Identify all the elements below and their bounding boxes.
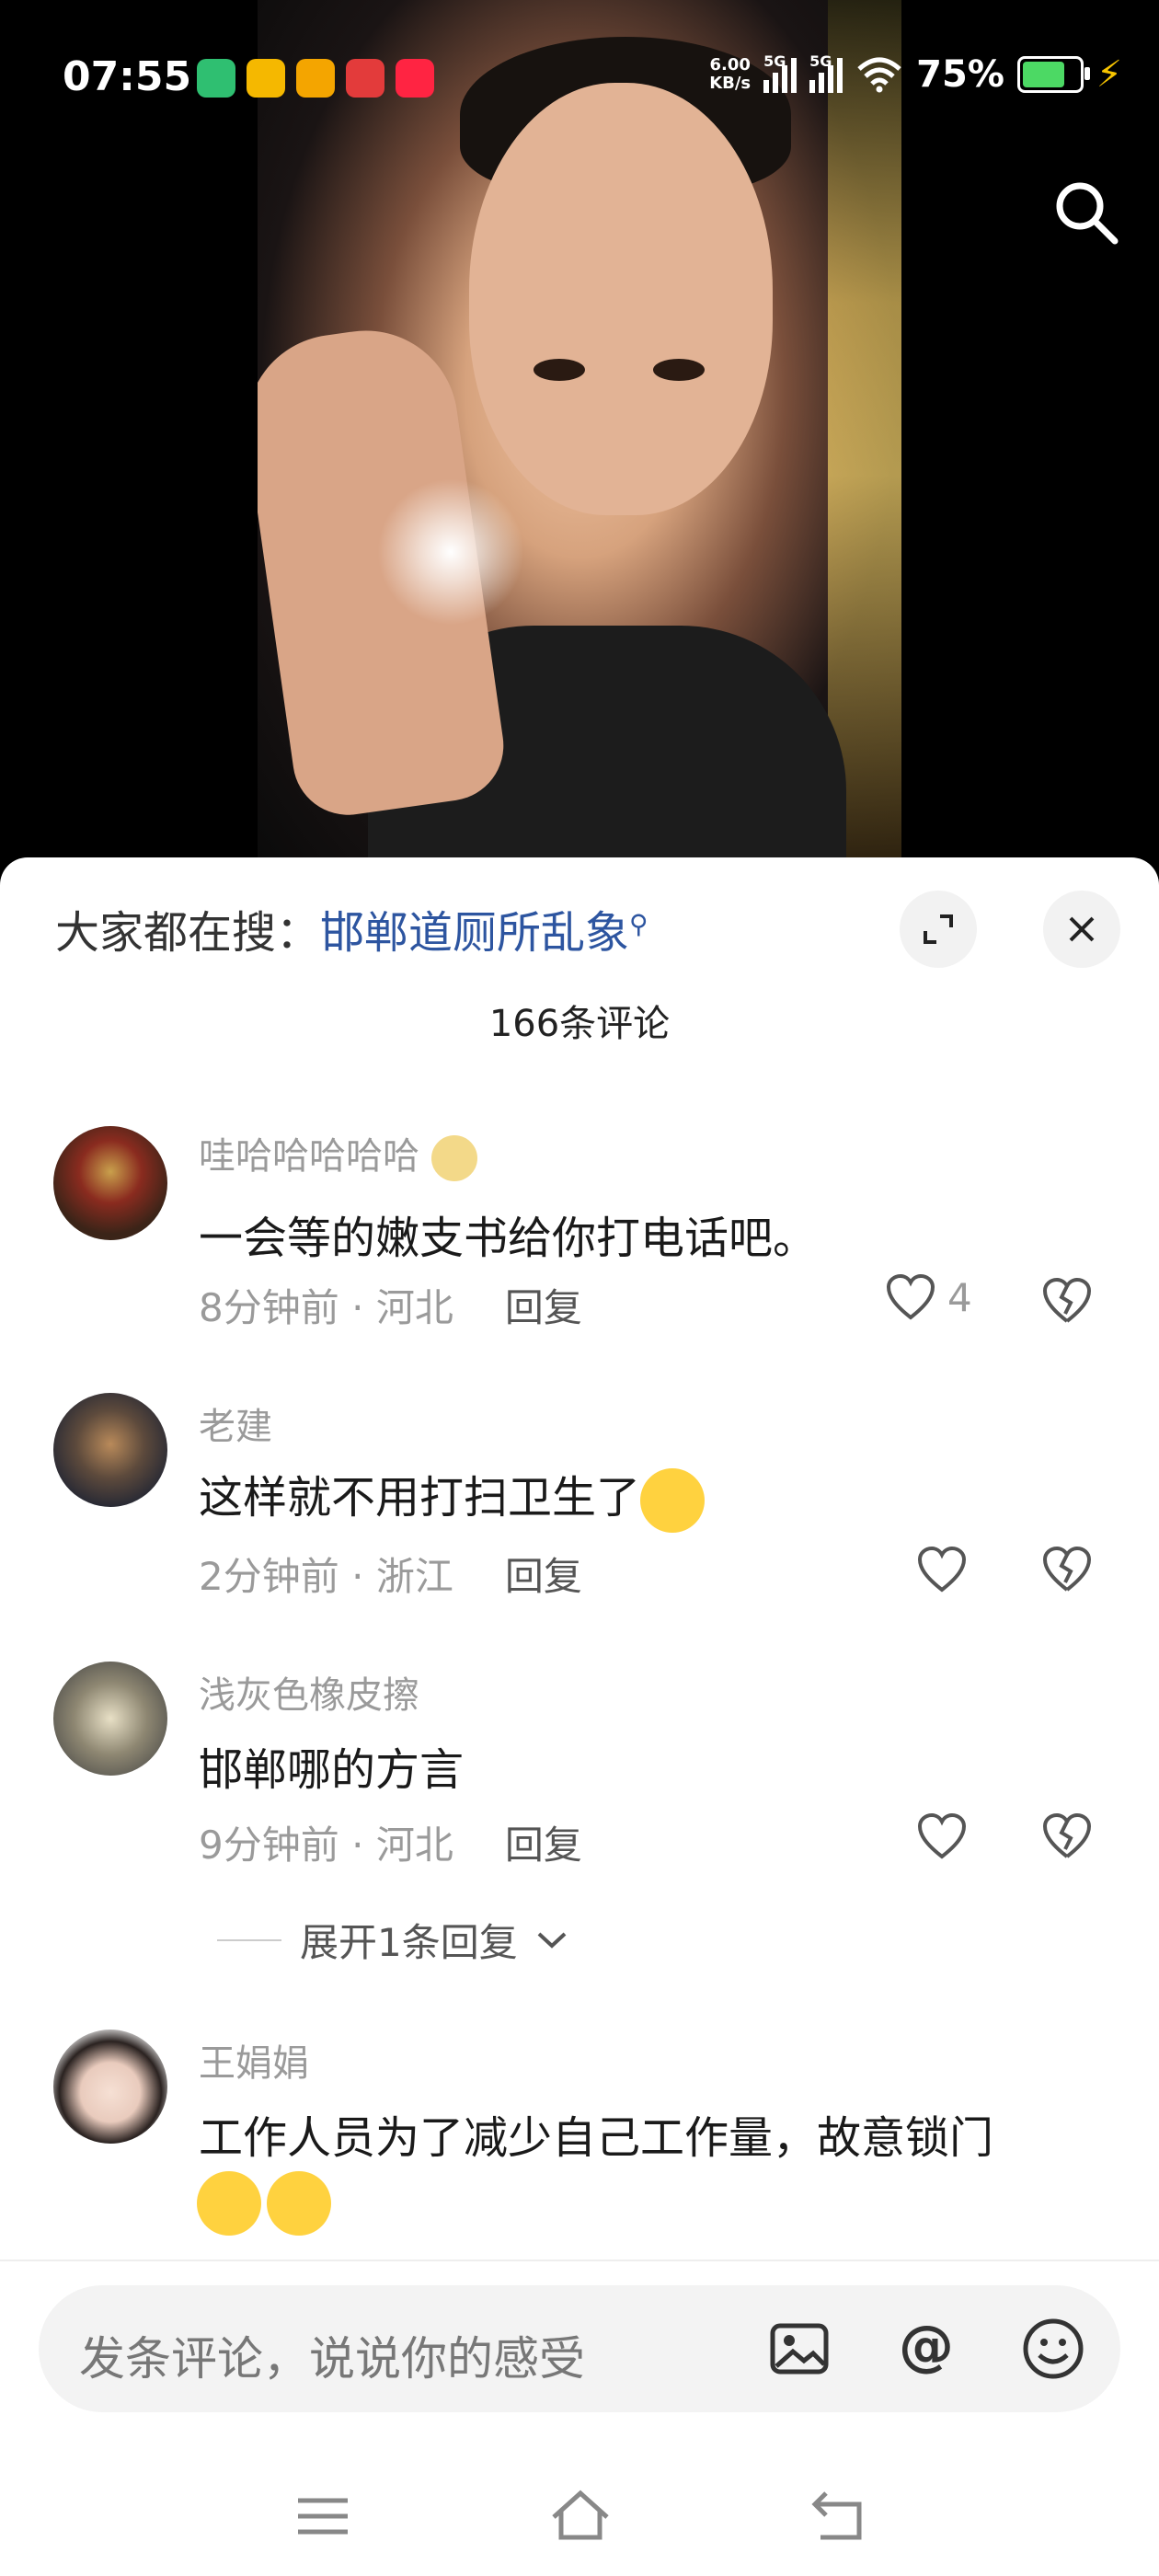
comment-emoji-row (197, 2171, 331, 2236)
charging-icon: ⚡ (1096, 53, 1122, 96)
emoji-icon[interactable] (1019, 2315, 1087, 2383)
avatar[interactable] (53, 2030, 167, 2144)
comment-text: 一会等的嫩支书给你打电话吧。 (199, 1213, 818, 1264)
thinking-emoji (267, 2171, 331, 2236)
comment-input[interactable]: 发条评论，说说你的感受 @ (39, 2285, 1120, 2412)
back-icon[interactable] (806, 2484, 870, 2548)
comment-input-placeholder: 发条评论，说说你的感受 (79, 2332, 585, 2386)
weibo-icon (296, 59, 335, 98)
expand-divider (217, 1938, 281, 1941)
comment-text: 邯郸哪的方言 (199, 1744, 465, 1796)
comment-count: 166条评论 (488, 1003, 671, 1045)
grin-emoji (430, 1135, 477, 1181)
signal-icon-1: 5G (763, 52, 798, 93)
wifi-icon (857, 57, 901, 93)
comment-username[interactable]: 哇哈哈哈哈哈 (199, 1126, 477, 1181)
battery-icon (1016, 56, 1090, 93)
status-bar: 07:55 6.00 KB/s 5G 5G 75% ⚡ (0, 0, 1159, 156)
comment-meta: 9分钟前 · 河北 回复 (199, 1823, 582, 1868)
toutiao-icon (346, 59, 384, 98)
comment-username[interactable]: 老建 (199, 1397, 272, 1450)
sohu-icon (247, 59, 285, 98)
battery-percent: 75% (916, 53, 1004, 96)
thinking-emoji (197, 2171, 261, 2236)
expand-icon (924, 914, 953, 944)
comment-meta: 8分钟前 · 河北 回复 (199, 1285, 582, 1330)
expand-button[interactable] (900, 891, 977, 968)
comment-username[interactable]: 王娟娟 (199, 2033, 309, 2087)
hot-search-prefix: 大家都在搜： (55, 907, 321, 959)
comment-text: 这样就不用打扫卫生了 (199, 1461, 706, 1533)
expand-replies-button[interactable]: 展开1条回复 (217, 1912, 568, 1968)
home-icon[interactable] (548, 2484, 613, 2548)
avatar[interactable] (53, 1393, 167, 1507)
broken-heart-icon[interactable] (1041, 1546, 1093, 1593)
laugh-cry-emoji (640, 1468, 706, 1533)
signal-icon-2: 5G (809, 52, 843, 93)
menu-icon[interactable] (291, 2484, 355, 2548)
close-icon (1069, 916, 1095, 942)
system-nav-bar (0, 2466, 1159, 2567)
status-time: 07:55 (63, 53, 192, 100)
hot-search-topic[interactable]: 邯郸道厕所乱象 (320, 907, 629, 959)
like-count: 4 (947, 1274, 972, 1320)
notification-app-icons (197, 59, 434, 98)
search-icon[interactable] (1049, 175, 1122, 248)
reply-button[interactable]: 回复 (505, 1285, 582, 1330)
heart-icon[interactable] (916, 1812, 968, 1860)
chevron-down-icon (537, 1932, 567, 1949)
broken-heart-icon[interactable] (1041, 1277, 1093, 1325)
avatar[interactable] (53, 1126, 167, 1240)
hot-search[interactable]: 大家都在搜：邯郸道厕所乱象⚲ (55, 896, 648, 960)
like-button[interactable]: 4 (885, 1273, 972, 1321)
avatar[interactable] (53, 1662, 167, 1776)
close-button[interactable] (1043, 891, 1120, 968)
comment-username[interactable]: 浅灰色橡皮擦 (199, 1665, 419, 1719)
xiaohongshu-icon (396, 59, 434, 98)
mention-icon[interactable]: @ (892, 2315, 960, 2383)
broken-heart-icon[interactable] (1041, 1812, 1093, 1860)
search-small-icon: ⚲ (629, 909, 648, 939)
svg-text:@: @ (899, 2315, 954, 2378)
heart-icon[interactable] (916, 1546, 968, 1593)
reply-button[interactable]: 回复 (505, 1554, 582, 1599)
input-divider (0, 2260, 1159, 2261)
comment-text: 工作人员为了减少自己工作量，故意锁门 (199, 2112, 994, 2164)
wechat-like-icon (197, 59, 235, 98)
network-speed: 6.00 KB/s (709, 55, 752, 93)
comment-meta: 2分钟前 · 浙江 回复 (199, 1554, 582, 1599)
image-icon[interactable] (765, 2315, 833, 2383)
reply-button[interactable]: 回复 (505, 1823, 582, 1868)
heart-icon (886, 1273, 935, 1320)
